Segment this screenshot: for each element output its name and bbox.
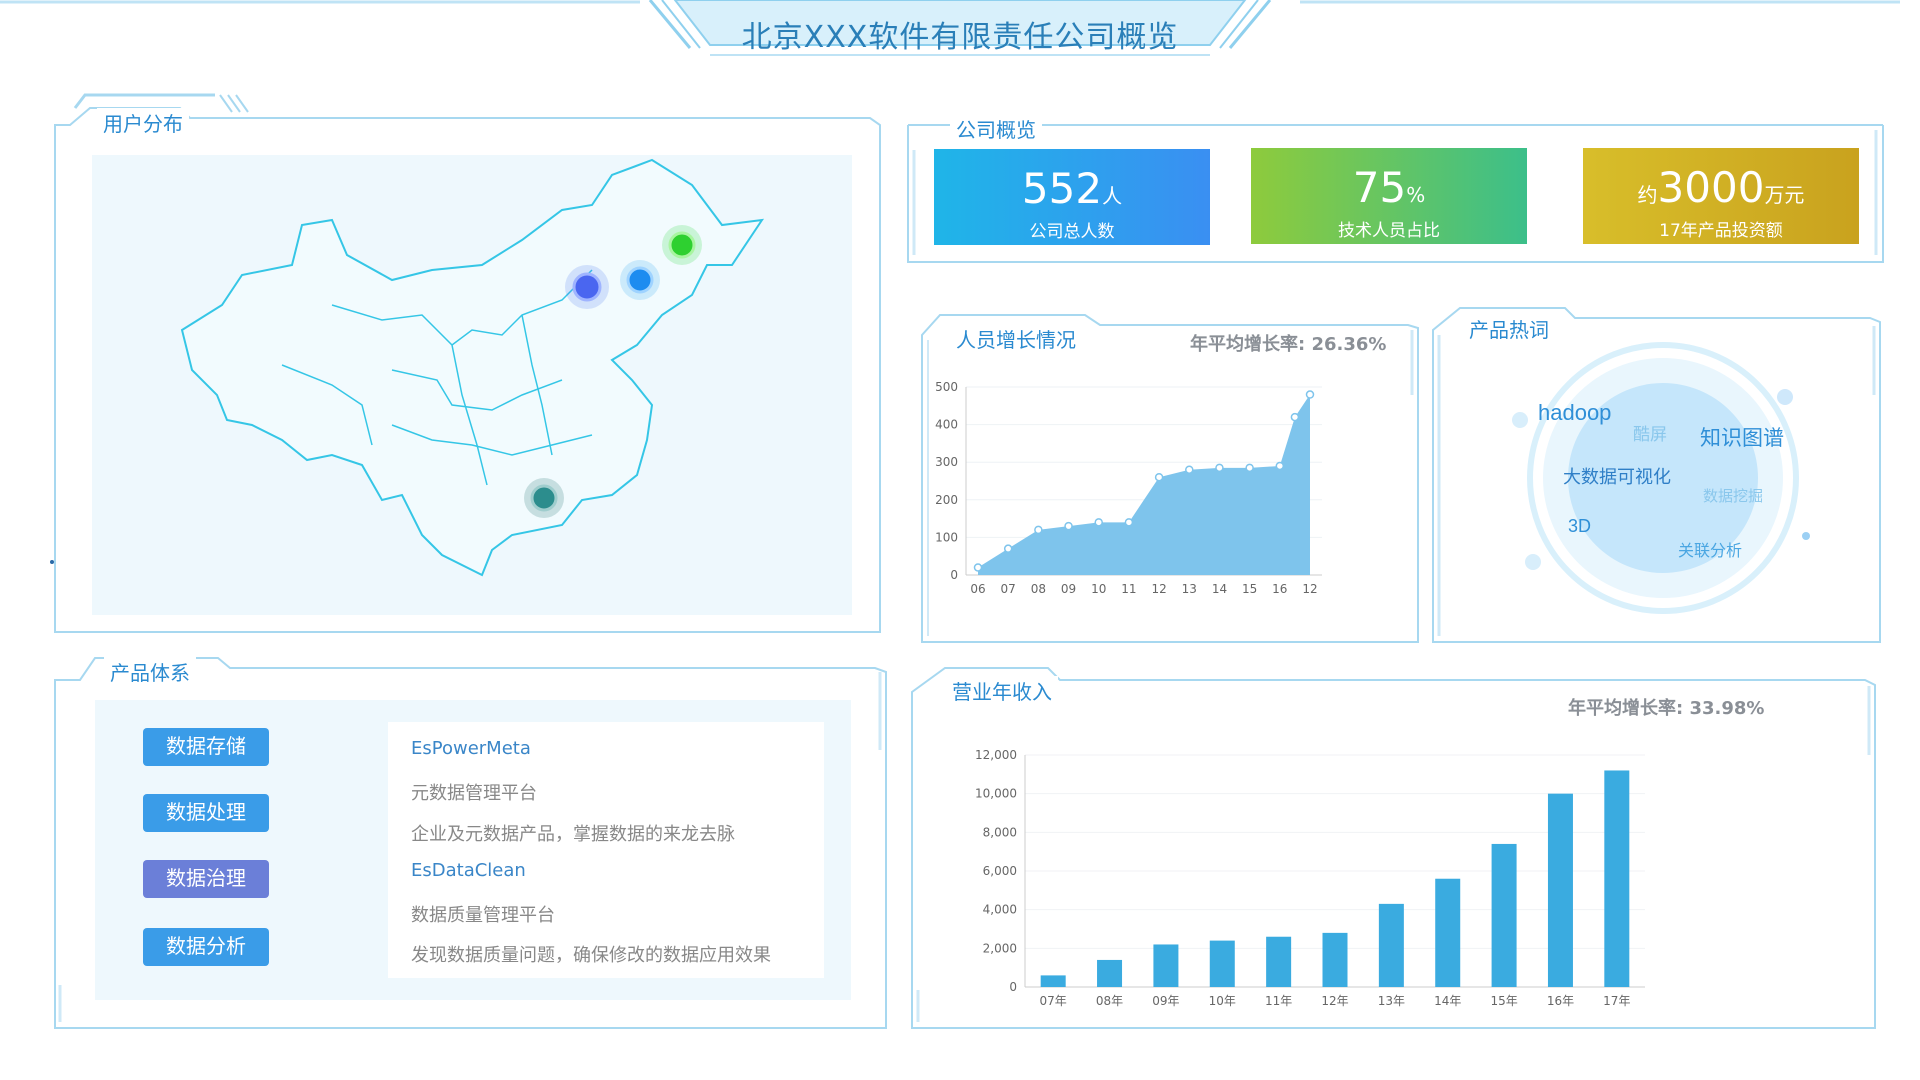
x-tick-label: 17年 <box>1603 994 1630 1008</box>
x-tick-label: 13年 <box>1378 994 1405 1008</box>
x-tick-label: 16年 <box>1547 994 1574 1008</box>
bar <box>1491 843 1517 987</box>
bar <box>1435 878 1461 987</box>
bar <box>1322 932 1348 987</box>
x-tick-label: 08年 <box>1096 994 1123 1008</box>
y-tick-label: 0 <box>1009 980 1017 994</box>
x-tick-label: 07年 <box>1040 994 1067 1008</box>
revenue-chart[interactable]: 0 2,000 4,000 6,000 8,000 10,000 12,000 07年 08年 0… <box>960 735 1660 1015</box>
x-tick-label: 11年 <box>1265 994 1292 1008</box>
dashboard-page: 北京XXX软件有限责任公司概览 用户分布 公司概览 552人 公司总人数 75%… <box>0 0 1920 1080</box>
y-tick-label: 4,000 <box>983 903 1017 917</box>
bar <box>1040 975 1066 987</box>
y-tick-label: 12,000 <box>975 748 1017 762</box>
x-tick-label: 10年 <box>1209 994 1236 1008</box>
x-tick-label: 12年 <box>1321 994 1348 1008</box>
bar <box>1604 770 1630 987</box>
stat-label: 年平均增长率: <box>1568 698 1684 719</box>
bar <box>1378 903 1404 987</box>
x-tick-label: 09年 <box>1152 994 1179 1008</box>
bar <box>1153 944 1179 987</box>
revenue-growth-rate: 年平均增长率: 33.98% <box>1568 694 1764 720</box>
bar <box>1209 940 1235 987</box>
revenue-title: 营业年收入 <box>946 676 1058 705</box>
bar <box>1547 793 1573 987</box>
bar <box>1266 936 1292 987</box>
y-tick-label: 6,000 <box>983 864 1017 878</box>
y-tick-label: 10,000 <box>975 787 1017 801</box>
bar <box>1097 959 1123 987</box>
y-tick-label: 8,000 <box>983 825 1017 839</box>
x-tick-label: 15年 <box>1490 994 1517 1008</box>
stat-value: 33.98% <box>1689 698 1765 719</box>
y-tick-label: 2,000 <box>983 941 1017 955</box>
x-tick-label: 14年 <box>1434 994 1461 1008</box>
